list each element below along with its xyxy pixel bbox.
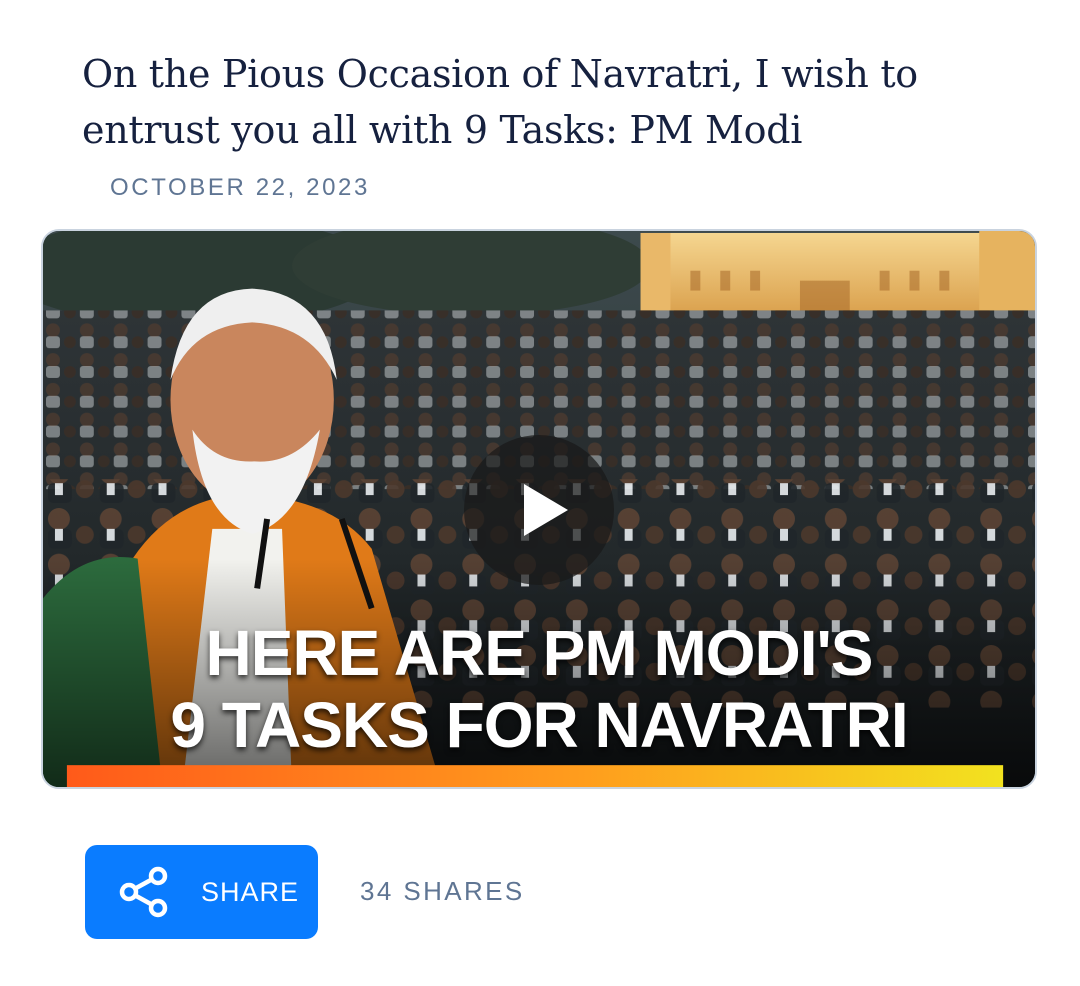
play-button[interactable]	[464, 435, 614, 585]
thumbnail-caption-line1: HERE ARE PM MODI'S	[205, 617, 874, 689]
thumbnail-caption-line2: 9 TASKS FOR NAVRATRI	[170, 689, 908, 761]
video-thumbnail[interactable]: HERE ARE PM MODI'S 9 TASKS FOR NAVRATRI	[41, 229, 1037, 789]
share-count: 34 SHARES	[360, 876, 525, 906]
share-button-label: SHARE	[201, 877, 300, 907]
play-icon	[524, 484, 568, 536]
share-icon	[119, 866, 168, 918]
post-date: OCTOBER 22, 2023	[110, 174, 370, 201]
article-title: On the Pious Occasion of Navratri, I wis…	[82, 52, 918, 152]
share-button[interactable]: SHARE	[85, 845, 318, 939]
